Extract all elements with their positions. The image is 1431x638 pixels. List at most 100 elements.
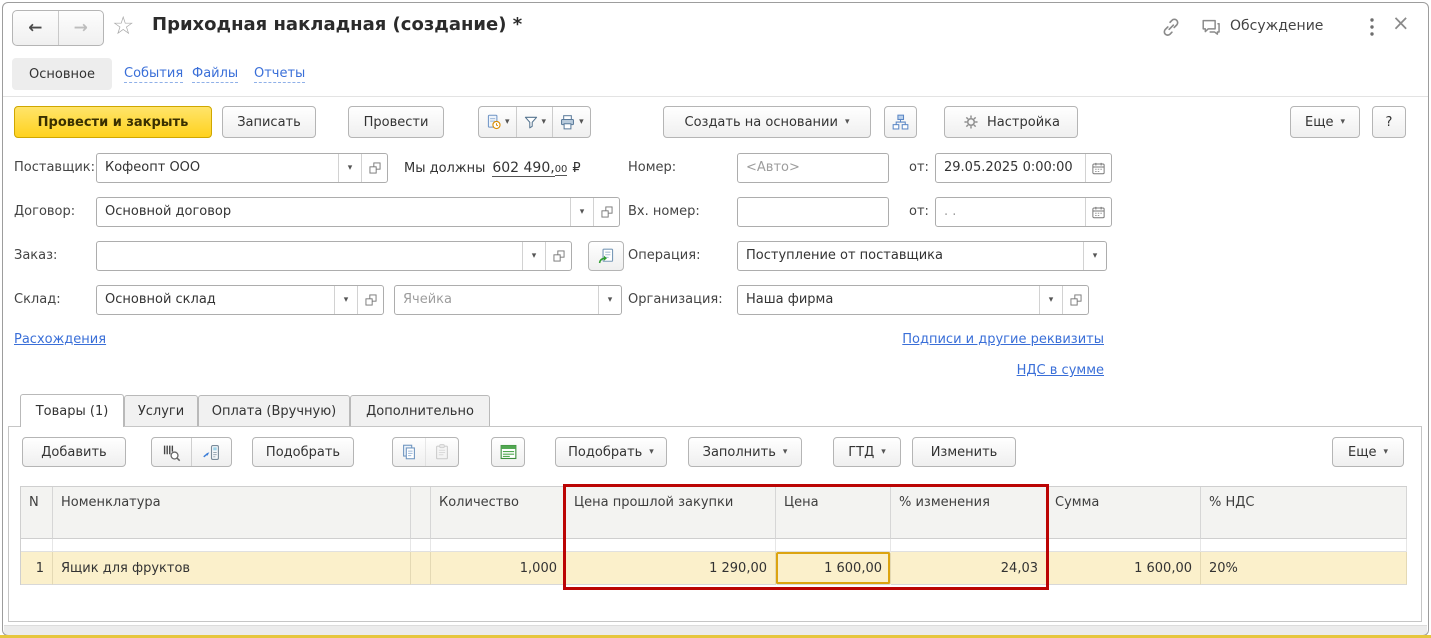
copy-link-icon[interactable] [1160, 16, 1182, 38]
filter-button[interactable]: ▾ [515, 107, 553, 137]
grid-filler-cell [21, 539, 53, 552]
add-row-button[interactable]: Добавить [22, 437, 126, 467]
grid-filler-cell [566, 539, 776, 552]
post-and-close-button[interactable]: Провести и закрыть [14, 106, 212, 138]
create-based-on-button[interactable]: Создать на основании ▾ [663, 106, 871, 138]
dropdown-caret-icon[interactable]: ▾ [570, 198, 593, 226]
column-header-spacer [411, 487, 431, 539]
document-import-icon [598, 248, 613, 263]
cell-qty[interactable]: 1,000 [431, 552, 566, 585]
column-header-vat[interactable]: % НДС [1201, 487, 1407, 539]
cell-field[interactable]: Ячейка ▾ [394, 285, 622, 315]
gtd-menu-button[interactable]: ГТД ▾ [833, 437, 901, 467]
post-button[interactable]: Провести [348, 106, 444, 138]
discrepancies-link[interactable]: Расхождения [14, 332, 106, 347]
dropdown-caret-icon[interactable]: ▾ [1083, 242, 1106, 270]
discussion-chat-icon[interactable] [1200, 16, 1222, 38]
pick-items-button[interactable]: Подобрать [252, 437, 354, 467]
tab-additional[interactable]: Дополнительно [350, 395, 490, 426]
list-settings-button[interactable] [491, 437, 525, 467]
fill-from-order-button[interactable] [588, 241, 624, 271]
settings-button[interactable]: Настройка [944, 106, 1078, 138]
document-register-button[interactable]: ▾ [479, 107, 516, 137]
tab-reports[interactable]: Отчеты [254, 58, 306, 90]
more-menu-kebab-icon[interactable] [1362, 16, 1382, 38]
column-header-qty[interactable]: Количество [431, 487, 566, 539]
cell-item[interactable]: Ящик для фруктов [53, 552, 411, 585]
tab-events[interactable]: События [124, 58, 184, 90]
gear-icon [964, 115, 978, 129]
edit-button[interactable]: Изменить [912, 437, 1016, 467]
paste-icon [436, 444, 448, 460]
tab-payment[interactable]: Оплата (Вручную) [198, 395, 350, 426]
tab-goods[interactable]: Товары (1) [20, 394, 124, 427]
document-structure-icon [892, 114, 909, 129]
open-record-icon[interactable] [357, 286, 383, 314]
column-header-price[interactable]: Цена [776, 487, 891, 539]
calendar-icon[interactable] [1085, 154, 1111, 182]
open-record-icon[interactable] [593, 198, 619, 226]
debt-info: Мы должны 602 490, 00 ₽ [404, 159, 581, 177]
contract-field[interactable]: Основной договор ▾ [96, 197, 620, 227]
tab-files[interactable]: Файлы [192, 58, 239, 90]
column-header-sum[interactable]: Сумма [1047, 487, 1201, 539]
supplier-field[interactable]: Кофеопт ООО ▾ [96, 153, 388, 183]
warehouse-field[interactable]: Основной склад ▾ [96, 285, 384, 315]
column-header-n[interactable]: N [21, 487, 53, 539]
column-header-last-price[interactable]: Цена прошлой закупки [566, 487, 776, 539]
tab-services[interactable]: Услуги [124, 395, 198, 426]
cell-sum[interactable]: 1 600,00 [1047, 552, 1201, 585]
incoming-date-label: от: [909, 204, 929, 219]
number-field[interactable]: <Авто> [737, 153, 889, 183]
organization-label: Организация: [628, 292, 723, 307]
dropdown-caret-icon[interactable]: ▾ [338, 154, 361, 182]
back-arrow-icon[interactable]: ← [13, 11, 59, 45]
operation-field[interactable]: Поступление от поставщика ▾ [737, 241, 1107, 271]
more-button[interactable]: Еще ▾ [1290, 106, 1360, 138]
open-record-icon[interactable] [545, 242, 571, 270]
fill-menu-button[interactable]: Заполнить ▾ [688, 437, 802, 467]
signatures-link[interactable]: Подписи и другие реквизиты [902, 332, 1104, 347]
incoming-number-label: Вх. номер: [628, 204, 700, 219]
open-record-icon[interactable] [361, 154, 387, 182]
forward-arrow-icon[interactable]: → [59, 11, 104, 45]
related-documents-button[interactable] [884, 106, 917, 138]
dropdown-caret-icon[interactable]: ▾ [522, 242, 545, 270]
grid-more-button[interactable]: Еще ▾ [1332, 437, 1404, 467]
debt-amount-link[interactable]: 602 490, [492, 160, 555, 177]
dropdown-caret-icon[interactable]: ▾ [598, 286, 621, 314]
discussion-label[interactable]: Обсуждение [1230, 18, 1323, 34]
order-field[interactable]: ▾ [96, 241, 572, 271]
incoming-date-field[interactable]: . . [935, 197, 1112, 227]
cell-change-pct[interactable]: 24,03 [891, 552, 1047, 585]
organization-field[interactable]: Наша фирма ▾ [737, 285, 1089, 315]
save-button[interactable]: Записать [222, 106, 316, 138]
cell-vat[interactable]: 20% [1201, 552, 1407, 585]
favorite-star-icon[interactable]: ☆ [112, 11, 134, 41]
help-button[interactable]: ? [1372, 106, 1406, 138]
calendar-icon[interactable] [1085, 198, 1111, 226]
date-field[interactable]: 29.05.2025 0:00:00 [935, 153, 1112, 183]
scanner-device-button[interactable] [191, 438, 231, 466]
dropdown-caret-icon: ▾ [1383, 447, 1388, 457]
cell-last-price[interactable]: 1 290,00 [566, 552, 776, 585]
barcode-search-button[interactable] [152, 438, 191, 466]
vat-in-sum-link[interactable]: НДС в сумме [1017, 363, 1104, 378]
column-header-change-pct[interactable]: % изменения [891, 487, 1047, 539]
print-button[interactable]: ▾ [552, 107, 590, 137]
cell-row-number[interactable]: 1 [21, 552, 53, 585]
pick-menu-button[interactable]: Подобрать ▾ [555, 437, 667, 467]
paste-rows-button[interactable] [425, 438, 458, 466]
open-record-icon[interactable] [1062, 286, 1088, 314]
copy-rows-button[interactable] [393, 438, 425, 466]
debt-prefix: Мы должны [404, 160, 486, 176]
dropdown-caret-icon[interactable]: ▾ [1039, 286, 1062, 314]
tab-main[interactable]: Основное [12, 58, 112, 90]
cell-price-focused[interactable]: 1 600,00 [776, 552, 891, 585]
close-icon[interactable]: × [1392, 11, 1410, 35]
currency-sign: ₽ [572, 160, 581, 176]
grid-filler-cell [1047, 539, 1201, 552]
column-header-item[interactable]: Номенклатура [53, 487, 411, 539]
incoming-number-field[interactable] [737, 197, 889, 227]
dropdown-caret-icon[interactable]: ▾ [334, 286, 357, 314]
